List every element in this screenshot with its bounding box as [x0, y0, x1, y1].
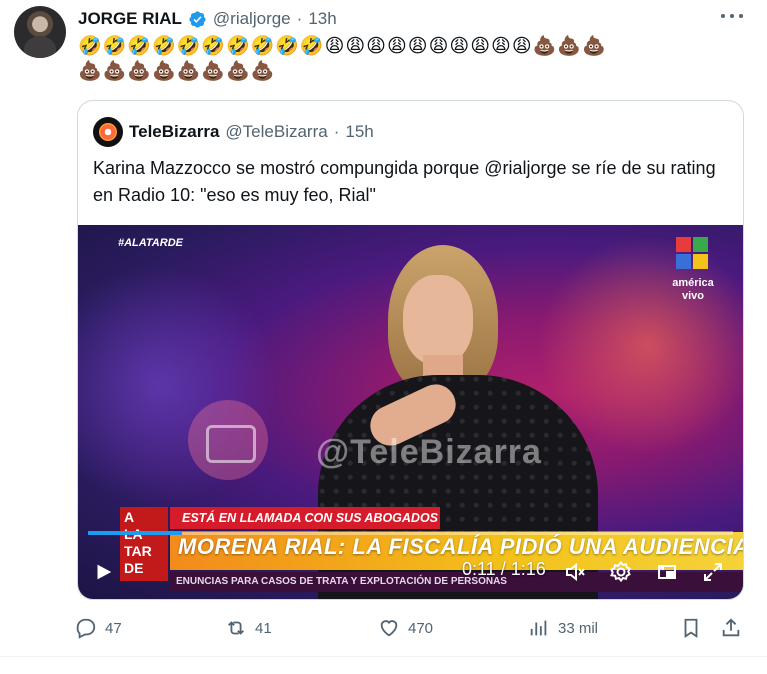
video-progress-fill [88, 531, 182, 535]
show-logo-line: TAR [124, 543, 152, 559]
bookmark-button[interactable] [680, 614, 702, 642]
tweet[interactable]: JORGE RIAL @rialjorge · 13h 🤣🤣🤣🤣🤣🤣🤣🤣🤣🤣😩😩… [0, 0, 767, 674]
quoted-text: Karina Mazzocco se mostró compungida por… [93, 158, 716, 205]
show-logo: A LA TAR DE [120, 507, 168, 581]
tweet-header: JORGE RIAL @rialjorge · 13h [78, 7, 337, 31]
repost-icon [228, 621, 244, 635]
mute-icon[interactable] [560, 557, 590, 587]
like-count: 470 [408, 619, 434, 637]
video-watermark: @TeleBizarra [316, 433, 542, 471]
separator-dot: · [296, 9, 303, 28]
repost-count: 41 [255, 619, 272, 637]
show-logo-line: DE [124, 560, 144, 576]
reply-icon [76, 618, 96, 639]
network-logo-icon [676, 237, 708, 269]
like-icon [380, 620, 398, 637]
avatar[interactable] [14, 6, 66, 58]
more-icon[interactable] [721, 8, 743, 24]
network-label: américa vivo [672, 277, 714, 302]
views-icon [530, 620, 547, 636]
like-button[interactable]: 470 [378, 614, 433, 642]
lower-third-top: ESTÁ EN LLAMADA CON SUS ABOGADOS [170, 507, 440, 529]
author-handle[interactable]: @rialjorge [213, 9, 291, 29]
views-count: 33 mil [558, 619, 599, 637]
quoted-header: TeleBizarra @TeleBizarra · 15h [93, 117, 374, 147]
video-time: 0:11 / 1:16 [462, 559, 546, 579]
divider [0, 656, 767, 657]
views-button[interactable]: 33 mil [528, 614, 598, 642]
tweet-time[interactable]: 13h [308, 9, 336, 29]
play-icon[interactable] [88, 557, 118, 587]
fullscreen-icon[interactable] [698, 557, 728, 587]
share-button[interactable] [720, 614, 742, 642]
video-progress-bar[interactable] [88, 531, 733, 535]
quoted-author-handle[interactable]: @TeleBizarra [225, 122, 327, 142]
tweet-text-line-1: 🤣🤣🤣🤣🤣🤣🤣🤣🤣🤣😩😩😩😩😩😩😩😩😩😩💩💩💩 [78, 35, 607, 57]
tweet-actions: 47 41 470 33 mil [75, 614, 745, 642]
pip-icon[interactable] [652, 557, 682, 587]
reply-count: 47 [105, 619, 122, 637]
show-hashtag: #ALATARDE [118, 237, 183, 249]
repost-button[interactable]: 41 [225, 614, 272, 642]
tweet-text-line-2: 💩💩💩💩💩💩💩💩 [78, 60, 276, 82]
verified-icon [189, 10, 206, 28]
show-logo-line: A [124, 509, 135, 525]
tv-icon [206, 425, 256, 463]
quoted-tweet[interactable]: TeleBizarra @TeleBizarra · 15h Karina Ma… [77, 100, 744, 600]
quoted-time[interactable]: 15h [345, 122, 373, 142]
settings-icon[interactable] [606, 557, 636, 587]
bookmark-icon [684, 618, 698, 638]
video-player[interactable]: #ALATARDE américa vivo @TeleBizarra A LA… [78, 225, 743, 599]
quoted-avatar[interactable] [93, 117, 123, 147]
quoted-author-name[interactable]: TeleBizarra [129, 122, 219, 142]
share-icon [722, 618, 740, 637]
separator-dot: · [333, 122, 340, 141]
author-name[interactable]: JORGE RIAL [78, 9, 182, 29]
reply-button[interactable]: 47 [75, 614, 122, 642]
